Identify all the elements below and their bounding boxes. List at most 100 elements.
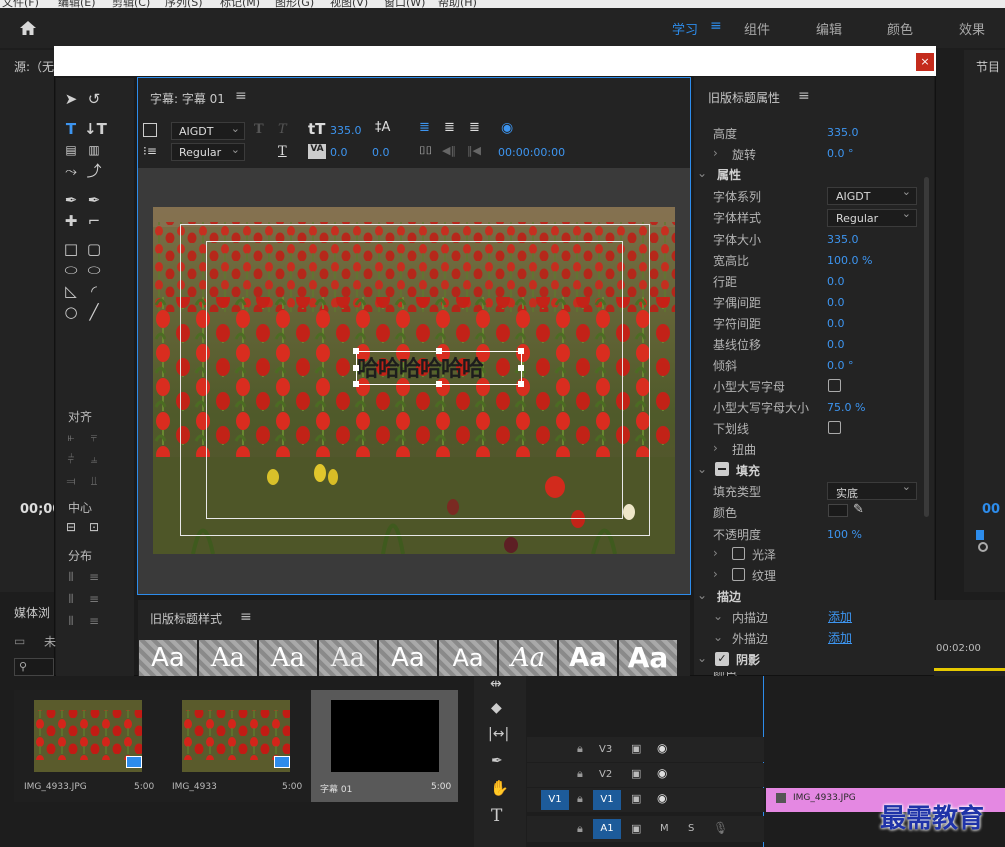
font-size-value[interactable]: 335.0: [330, 124, 362, 137]
sheen-expand-icon[interactable]: ›: [713, 546, 718, 560]
solo-button[interactable]: S: [688, 823, 694, 834]
rotation-value[interactable]: 0.0 °: [827, 147, 854, 160]
italic-icon[interactable]: T: [278, 122, 287, 137]
eye-icon[interactable]: ◉: [657, 741, 667, 755]
outer-stroke-expand-icon[interactable]: ⌄: [713, 630, 723, 644]
next-frame-icon[interactable]: ‖◀: [467, 144, 481, 157]
workspace-color[interactable]: 颜色: [887, 19, 913, 38]
eyedropper-icon[interactable]: ✎: [853, 502, 864, 517]
pen-tool-icon[interactable]: ✒: [491, 753, 503, 769]
hand-tool-icon[interactable]: ✋: [490, 779, 509, 797]
source-patch-v1[interactable]: V1: [541, 790, 569, 810]
track-target-a1[interactable]: A1: [593, 819, 621, 839]
attr-value[interactable]: 335.0: [827, 233, 859, 246]
type-tool-icon[interactable]: T: [491, 806, 502, 826]
menu-edit[interactable]: 编辑(E): [58, 0, 96, 8]
tab-stops-icon[interactable]: ⌷⌷: [419, 144, 432, 158]
track-target-v1[interactable]: V1: [593, 790, 621, 810]
resize-handle[interactable]: [518, 365, 524, 371]
menu-window[interactable]: 窗口(W): [384, 0, 425, 8]
attr-value[interactable]: 0.0: [827, 275, 845, 288]
workspace-editing[interactable]: 编辑: [816, 19, 842, 38]
razor-tool-icon[interactable]: ◆: [491, 700, 502, 716]
properties-scrollbar[interactable]: [924, 177, 929, 517]
align-left-icon[interactable]: ⫦: [61, 428, 81, 446]
attr-value[interactable]: 0.0 °: [827, 359, 854, 372]
new-title-icon[interactable]: [143, 123, 157, 137]
fill-toggle-checkbox[interactable]: [715, 462, 729, 476]
distort-expand-icon[interactable]: ›: [713, 441, 718, 455]
type-tool-icon[interactable]: T: [61, 120, 81, 138]
font-family-select[interactable]: AIGDT ⌄: [171, 122, 245, 140]
convert-anchor-tool-icon[interactable]: ⌐: [84, 212, 104, 230]
fill-type-dropdown[interactable]: 实底: [827, 480, 917, 500]
lock-icon[interactable]: 🔒︎: [577, 767, 583, 781]
inner-stroke-expand-icon[interactable]: ⌄: [713, 609, 723, 623]
texture-expand-icon[interactable]: ›: [713, 567, 718, 581]
menu-graphics[interactable]: 图形(G): [275, 0, 314, 8]
style-swatch[interactable]: Aa: [379, 640, 437, 676]
distribute-hcenter-icon[interactable]: ⦀: [61, 590, 81, 608]
line-tool-icon[interactable]: ╱: [84, 303, 104, 321]
path-type-tool-icon[interactable]: ⤳: [61, 162, 81, 180]
workspace-assembly[interactable]: 组件: [744, 19, 770, 38]
resize-handle[interactable]: [353, 348, 359, 354]
font-style-dropdown[interactable]: Regular: [827, 207, 917, 227]
style-swatch[interactable]: Aa: [439, 640, 497, 676]
sheen-checkbox[interactable]: [732, 547, 745, 560]
font-family-dropdown[interactable]: AIGDT: [827, 185, 917, 205]
resize-handle[interactable]: [353, 365, 359, 371]
lock-icon[interactable]: 🔒︎: [577, 792, 583, 806]
pen-tool-icon[interactable]: ✒: [61, 191, 81, 209]
add-inner-stroke-link[interactable]: 添加: [828, 608, 852, 625]
work-area-bar[interactable]: [934, 668, 1005, 671]
project-item[interactable]: IMG_4933.JPG 5:00: [14, 690, 164, 802]
center-horizontal-icon[interactable]: ⊟: [61, 518, 81, 536]
playhead-marker-icon[interactable]: [976, 530, 984, 540]
rotation-tool-icon[interactable]: ↺: [84, 90, 104, 108]
align-bottom-icon[interactable]: ⫫: [84, 472, 104, 490]
underline-checkbox[interactable]: [828, 421, 841, 434]
mute-button[interactable]: M: [660, 823, 669, 834]
align-right-text-icon[interactable]: ≣: [469, 120, 480, 135]
font-style-select[interactable]: Regular ⌄: [171, 143, 245, 161]
underline-icon[interactable]: T: [278, 144, 287, 159]
lock-icon[interactable]: 🔒︎: [577, 822, 583, 836]
eye-icon[interactable]: ◉: [657, 791, 667, 805]
ellipse-tool-icon[interactable]: ○: [61, 303, 81, 321]
menu-sequence[interactable]: 序列(S): [165, 0, 203, 8]
distribute-left-icon[interactable]: ⦀: [61, 568, 81, 586]
microphone-icon[interactable]: 🎙︎: [713, 821, 728, 835]
texture-checkbox[interactable]: [732, 568, 745, 581]
style-swatch[interactable]: Aa: [199, 640, 257, 676]
distribute-top-icon[interactable]: ≡: [84, 568, 104, 586]
resize-handle[interactable]: [436, 381, 442, 387]
title-text[interactable]: 哈哈哈哈哈哈: [357, 351, 484, 383]
show-background-video-icon[interactable]: ◉: [501, 120, 513, 136]
slip-tool-icon[interactable]: |↔|: [488, 726, 509, 742]
menu-file[interactable]: 文件(F): [2, 0, 39, 8]
section-collapse-icon[interactable]: ⌄: [697, 588, 707, 602]
attr-value[interactable]: 100.0 %: [827, 254, 872, 267]
shadow-checkbox[interactable]: ✓: [715, 652, 729, 666]
align-top-icon[interactable]: ⫧: [84, 428, 104, 446]
rate-stretch-tool-icon[interactable]: ⇹: [490, 676, 502, 692]
project-item[interactable]: IMG_4933 5:00: [163, 690, 311, 802]
workspace-effects[interactable]: 效果: [959, 19, 985, 38]
align-vcenter-icon[interactable]: ⫨: [84, 450, 104, 468]
style-swatch[interactable]: Aa: [319, 640, 377, 676]
menu-clip[interactable]: 剪辑(C): [112, 0, 150, 8]
resize-handle[interactable]: [353, 381, 359, 387]
vertical-type-tool-icon[interactable]: ↓T: [84, 120, 107, 138]
vertical-path-type-tool-icon[interactable]: ⤴: [84, 162, 104, 180]
sync-lock-icon[interactable]: ▣: [631, 792, 641, 805]
style-swatch[interactable]: Aa: [559, 640, 617, 676]
section-collapse-icon[interactable]: ⌄: [697, 166, 707, 180]
attr-value[interactable]: 0.0: [827, 296, 845, 309]
section-collapse-icon[interactable]: ⌄: [697, 651, 707, 665]
fill-color-swatch[interactable]: [828, 504, 848, 517]
resize-handle[interactable]: [518, 348, 524, 354]
opacity-value[interactable]: 100 %: [827, 528, 862, 541]
sync-lock-icon[interactable]: ▣: [631, 767, 641, 780]
kerning-icon[interactable]: ‡A: [375, 120, 390, 135]
